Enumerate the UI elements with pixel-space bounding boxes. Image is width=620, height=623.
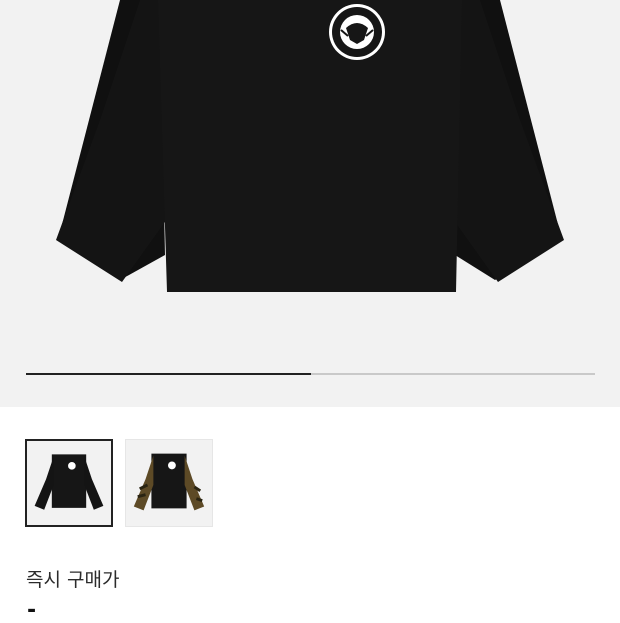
product-image-area[interactable] [0, 0, 620, 407]
instant-price-value: - [27, 598, 37, 623]
thumbnail-strip [25, 439, 213, 527]
gallery-progress-bar [26, 373, 595, 375]
gallery-progress-fill [26, 373, 311, 375]
thumbnail-2[interactable] [125, 439, 213, 527]
thumbnail-2-image [133, 453, 205, 511]
eagle-seal-logo [329, 4, 385, 60]
instant-price-label: 즉시 구매가 [26, 569, 120, 591]
thumbnail-1-image [34, 454, 104, 510]
thumbnail-1[interactable] [25, 439, 113, 527]
product-main-image [56, 0, 564, 292]
